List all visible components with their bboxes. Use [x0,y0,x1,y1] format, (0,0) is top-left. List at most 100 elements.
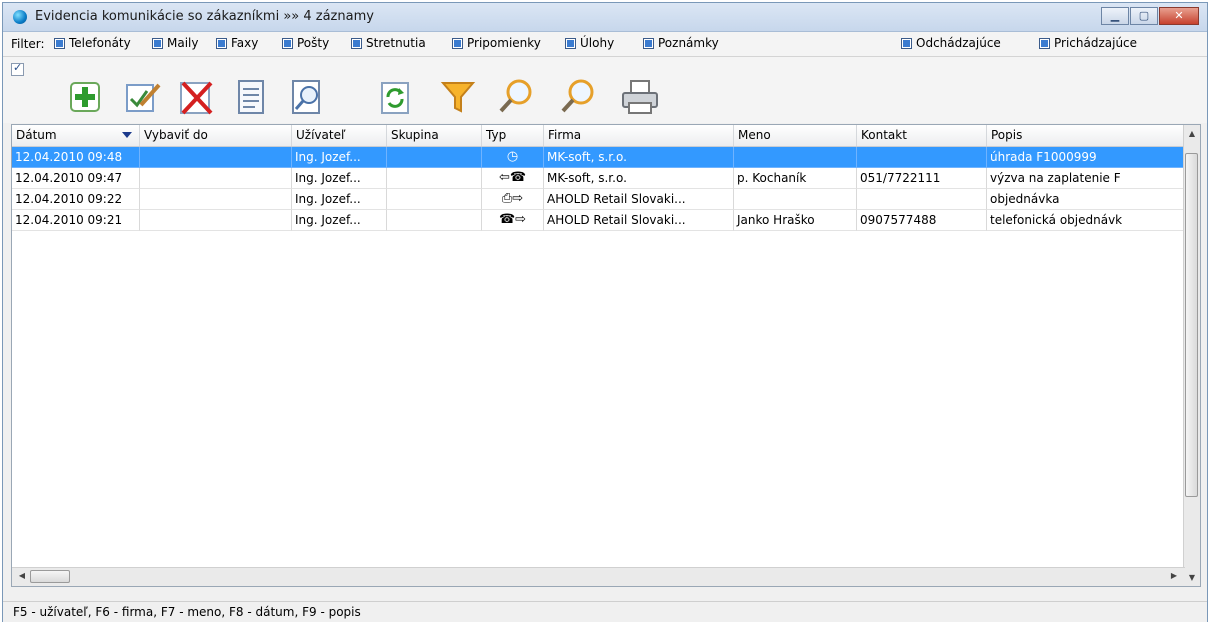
column-header-kontakt[interactable]: Kontakt [857,125,987,146]
scroll-thumb[interactable] [30,570,70,583]
filter-item-label: Maily [167,36,199,50]
copy-icon [238,80,264,114]
status-bar: F5 - užívateľ, F6 - firma, F7 - meno, F8… [3,601,1207,622]
cell-popis: výzva na zaplatenie F [987,168,1185,189]
column-header-typ[interactable]: Typ [482,125,544,146]
cell-popis: objednávka [987,189,1185,210]
edit-button[interactable] [119,75,163,119]
filter-stretnutia[interactable]: Stretnutia [351,36,426,50]
incoming-phone-icon: ⇦☎ [498,170,527,185]
scroll-up-icon[interactable]: ▲ [1184,129,1200,138]
checkbox[interactable] [452,37,463,49]
cell-datum: 12.04.2010 09:21 [12,210,140,231]
filter-button[interactable] [435,75,479,119]
cell-uzivatel: Ing. Jozef... [292,168,387,189]
search-icon [499,79,532,113]
cell-skupina [387,210,482,231]
column-label: Dátum [16,128,57,142]
filter-faxy[interactable]: Faxy [216,36,258,50]
checkbox[interactable] [351,37,362,49]
add-button[interactable] [63,75,107,119]
filter-odchadzajuce[interactable]: Odchádzajúce [901,36,1001,50]
minimize-button[interactable]: ▁ [1101,7,1129,25]
cell-skupina [387,168,482,189]
close-icon: ✕ [1174,9,1184,22]
column-header-skupina[interactable]: Skupina [387,125,482,146]
status-text: F5 - užívateľ, F6 - firma, F7 - meno, F8… [13,605,361,619]
maximize-button[interactable]: ▢ [1130,7,1158,25]
checkbox[interactable] [1039,37,1050,49]
checkbox[interactable] [54,37,65,49]
grid-header: Dátum Vybaviť do Užívateľ Skupina Typ Fi… [12,125,1185,147]
close-button[interactable]: ✕ [1159,7,1199,25]
cell-kontakt: 051/7722111 [857,168,987,189]
search-button[interactable] [493,75,537,119]
cell-kontakt [857,189,987,210]
filter-posty[interactable]: Pošty [282,36,329,50]
delete-button[interactable] [175,75,219,119]
refresh-icon [381,82,409,114]
cell-datum: 12.04.2010 09:22 [12,189,140,210]
column-header-meno[interactable]: Meno [734,125,857,146]
filter-item-label: Faxy [231,36,259,50]
cell-skupina [387,189,482,210]
filter-prichadzajuce[interactable]: Prichádzajúce [1039,36,1137,50]
cell-skupina [387,147,482,168]
checkbox[interactable] [282,37,293,49]
checkbox[interactable] [216,37,227,49]
cell-datum: 12.04.2010 09:48 [12,147,140,168]
sort-desc-icon [122,132,132,138]
filter-poznamky[interactable]: Poznámky [643,36,719,50]
cell-datum: 12.04.2010 09:47 [12,168,140,189]
search-next-button[interactable] [555,75,599,119]
cell-meno: Janko Hraško [734,210,857,231]
column-header-uzivatel[interactable]: Užívateľ [292,125,387,146]
column-header-firma[interactable]: Firma [544,125,734,146]
filter-item-label: Úlohy [580,36,615,50]
delete-icon [180,81,213,115]
preview-icon [292,80,320,114]
scroll-thumb[interactable] [1185,153,1198,497]
horizontal-scrollbar[interactable]: ◀ ▶ [12,567,1185,586]
table-row[interactable]: 12.04.2010 09:48 Ing. Jozef... ◷ MK-soft… [12,147,1185,168]
clock-icon: ◷ [506,149,519,164]
filter-telefonaty[interactable]: Telefonáty [54,36,131,50]
records-grid[interactable]: Dátum Vybaviť do Užívateľ Skupina Typ Fi… [11,124,1201,587]
window-title: Evidencia komunikácie so zákazníkmi »» 4… [35,9,374,24]
table-row[interactable]: 12.04.2010 09:47 Ing. Jozef... ⇦☎ MK-sof… [12,168,1185,189]
checkbox[interactable] [643,37,654,49]
filter-maily[interactable]: Maily [152,36,198,50]
checkbox[interactable] [565,37,576,49]
cell-firma: AHOLD Retail Slovaki... [544,210,734,231]
select-all-checkbox[interactable] [11,61,24,76]
filter-bar: Filter: Telefonáty Maily Faxy Pošty Stre… [3,32,1207,57]
filter-ulohy[interactable]: Úlohy [565,36,614,50]
checkbox[interactable] [901,37,912,49]
table-row[interactable]: 12.04.2010 09:21 Ing. Jozef... ☎⇨ AHOLD … [12,210,1185,231]
table-row[interactable]: 12.04.2010 09:22 Ing. Jozef... ⎙⇨ AHOLD … [12,189,1185,210]
cell-firma: MK-soft, s.r.o. [544,168,734,189]
refresh-button[interactable] [373,75,417,119]
filter-item-label: Stretnutia [366,36,426,50]
scroll-down-icon[interactable]: ▼ [1184,573,1200,582]
cell-typ: ◷ [482,147,544,168]
filter-pripomienky[interactable]: Pripomienky [452,36,541,50]
column-header-datum[interactable]: Dátum [12,125,140,146]
cell-firma: MK-soft, s.r.o. [544,147,734,168]
cell-vybavit [140,210,292,231]
filter-item-label: Prichádzajúce [1054,36,1138,50]
filter-item-label: Pripomienky [467,36,541,50]
column-label: Popis [991,128,1023,142]
vertical-scrollbar[interactable]: ▲ ▼ [1183,125,1200,586]
scroll-left-icon[interactable]: ◀ [14,571,30,580]
cell-vybavit [140,189,292,210]
checkbox[interactable] [152,37,163,49]
title-bar[interactable]: Evidencia komunikácie so zákazníkmi »» 4… [3,3,1207,32]
cell-meno [734,147,857,168]
column-header-vybavit[interactable]: Vybaviť do [140,125,292,146]
scroll-right-icon[interactable]: ▶ [1166,571,1182,580]
copy-button[interactable] [229,75,273,119]
print-button[interactable] [617,75,661,119]
preview-button[interactable] [285,75,329,119]
column-header-popis[interactable]: Popis [987,125,1185,146]
